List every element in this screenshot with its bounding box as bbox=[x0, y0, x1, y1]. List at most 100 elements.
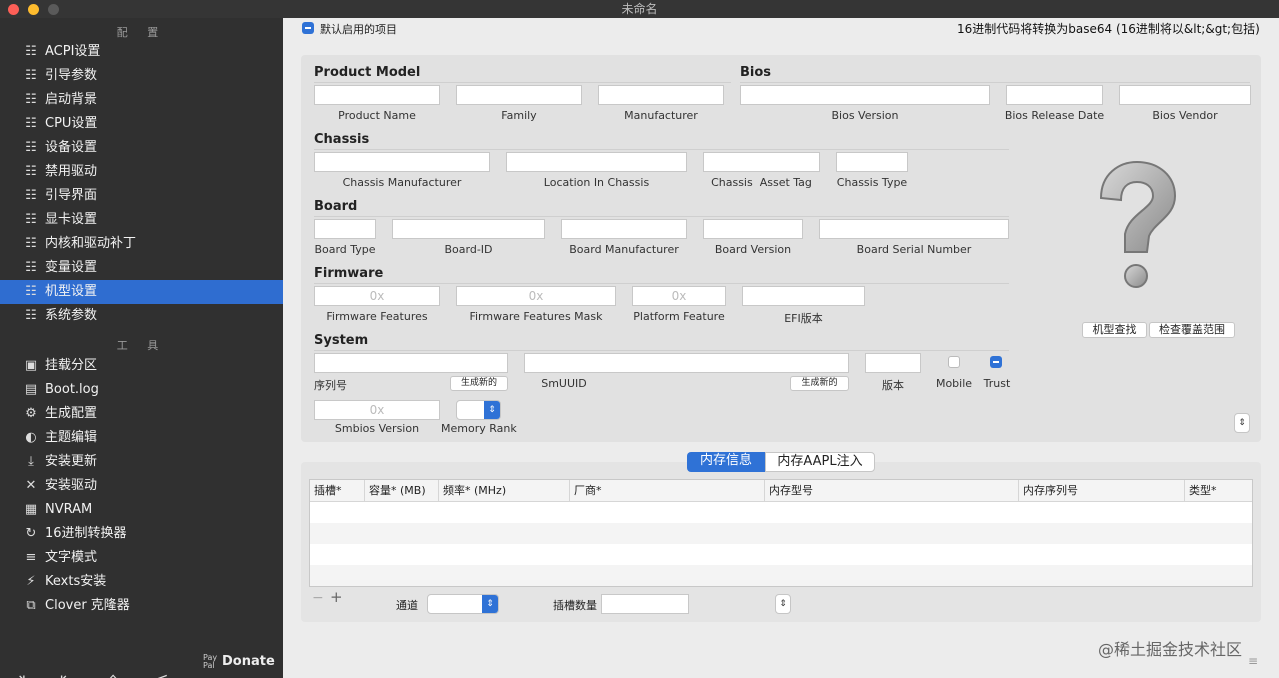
memory-table[interactable]: 插槽* 容量* (MB) 频率* (MHz) 厂商* 内存型号 内存序列号 类型* bbox=[309, 479, 1253, 587]
default-enabled-label: 默认启用的项目 bbox=[320, 23, 397, 36]
sidebar-item-label: 引导参数 bbox=[45, 68, 98, 83]
sidebar-item-config-10[interactable]: ☷ 机型设置 bbox=[0, 280, 283, 304]
model-lookup-button[interactable]: 机型查找 bbox=[1082, 322, 1147, 338]
column-header[interactable]: 频率* (MHz) bbox=[439, 480, 570, 502]
sidebar-item-tool-0[interactable]: ▣ 挂载分区 bbox=[0, 354, 283, 378]
version-field[interactable] bbox=[865, 353, 921, 373]
sidebar-item-tool-4[interactable]: ⤓ 安装更新 bbox=[0, 450, 283, 474]
memory-rank-popup[interactable]: ⇕ bbox=[456, 400, 501, 420]
zoom-window-button[interactable] bbox=[48, 4, 59, 15]
board-serial-number-field[interactable] bbox=[819, 219, 1009, 239]
sidebar-item-config-11[interactable]: ☷ 系统参数 bbox=[0, 304, 283, 328]
firmware-features-field[interactable]: 0x bbox=[314, 286, 440, 306]
sidebar-item-config-8[interactable]: ☷ 内核和驱动补丁 bbox=[0, 232, 283, 256]
version-label: 版本 bbox=[882, 379, 904, 392]
column-header[interactable]: 容量* (MB) bbox=[365, 480, 439, 502]
chassis-manufacturer-field[interactable] bbox=[314, 152, 490, 172]
resize-grip-icon[interactable]: ≡ bbox=[1248, 654, 1258, 668]
location-in-chassis-label: Location In Chassis bbox=[543, 176, 650, 189]
efi-version-label: EFI版本 bbox=[784, 312, 823, 325]
sidebar-item-label: 主题编辑 bbox=[45, 430, 98, 445]
default-enabled-checkbox[interactable] bbox=[302, 22, 314, 34]
sidebar-item-config-6[interactable]: ☷ 引导界面 bbox=[0, 184, 283, 208]
remove-row-button[interactable]: − bbox=[312, 590, 324, 606]
sidebar-item-config-4[interactable]: ☷ 设备设置 bbox=[0, 136, 283, 160]
share-icon[interactable]: ⋖ bbox=[155, 668, 168, 678]
serial-number-field[interactable] bbox=[314, 353, 508, 373]
column-header[interactable]: 内存序列号 bbox=[1019, 480, 1185, 502]
smuuid-field[interactable] bbox=[524, 353, 849, 373]
sidebar-item-tool-6[interactable]: ▦ NVRAM bbox=[0, 498, 283, 522]
channel-popup[interactable]: ⇕ bbox=[427, 594, 499, 614]
sidebar-item-config-5[interactable]: ☷ 禁用驱动 bbox=[0, 160, 283, 184]
hex-conversion-note: 16进制代码将转换为base64 (16进制将以&lt;&gt;包括) bbox=[957, 22, 1260, 36]
bios-release-date-field[interactable] bbox=[1006, 85, 1103, 105]
table-row[interactable] bbox=[310, 502, 1252, 523]
board-type-field[interactable] bbox=[314, 219, 376, 239]
sidebar-item-config-0[interactable]: ☷ ACPI设置 bbox=[0, 40, 283, 64]
sidebar-item-config-2[interactable]: ☷ 启动背景 bbox=[0, 88, 283, 112]
efi-version-field[interactable] bbox=[742, 286, 865, 306]
check-coverage-button[interactable]: 检查覆盖范围 bbox=[1149, 322, 1235, 338]
platform-feature-field[interactable]: 0x bbox=[632, 286, 726, 306]
table-row[interactable] bbox=[310, 523, 1252, 544]
list-icon: ☷ bbox=[25, 212, 37, 227]
sidebar-item-tool-3[interactable]: ◐ 主题编辑 bbox=[0, 426, 283, 450]
smbios-version-field[interactable]: 0x bbox=[314, 400, 440, 420]
palette-icon: ◐ bbox=[25, 430, 37, 445]
import-icon[interactable]: ⇥ bbox=[12, 668, 25, 678]
slot-count-field[interactable] bbox=[601, 594, 689, 614]
column-header[interactable]: 厂商* bbox=[570, 480, 765, 502]
sidebar-item-tool-7[interactable]: ↻ 16进制转换器 bbox=[0, 522, 283, 546]
board-id-field[interactable] bbox=[392, 219, 545, 239]
table-row[interactable] bbox=[310, 565, 1252, 586]
family-field[interactable] bbox=[456, 85, 582, 105]
column-header[interactable]: 类型* bbox=[1185, 480, 1252, 502]
panel-stepper[interactable]: ⇕ bbox=[1234, 413, 1250, 433]
board-version-field[interactable] bbox=[703, 219, 803, 239]
board-manufacturer-field[interactable] bbox=[561, 219, 687, 239]
firmware-features-mask-field[interactable]: 0x bbox=[456, 286, 616, 306]
sidebar-item-config-3[interactable]: ☷ CPU设置 bbox=[0, 112, 283, 136]
column-header[interactable]: 插槽* bbox=[310, 480, 365, 502]
tab-memory-0[interactable]: 内存信息 bbox=[687, 452, 765, 472]
manufacturer-field[interactable] bbox=[598, 85, 724, 105]
slot-count-stepper[interactable]: ⇕ bbox=[775, 594, 791, 614]
location-in-chassis-field[interactable] bbox=[506, 152, 687, 172]
add-row-button[interactable]: + bbox=[330, 588, 343, 606]
close-window-button[interactable] bbox=[8, 4, 19, 15]
generate-smuuid-button[interactable]: 生成新的 bbox=[790, 376, 849, 391]
sidebar-item-label: 引导界面 bbox=[45, 188, 98, 203]
config-section-header: 配 置 bbox=[116, 26, 167, 39]
column-header[interactable]: 内存型号 bbox=[765, 480, 1019, 502]
chassis-type-field[interactable] bbox=[836, 152, 908, 172]
export-icon[interactable]: ⇤ bbox=[60, 668, 73, 678]
sidebar-item-label: 变量设置 bbox=[45, 260, 98, 275]
bios-vendor-label: Bios Vendor bbox=[1152, 109, 1218, 122]
sidebar-item-config-1[interactable]: ☷ 引导参数 bbox=[0, 64, 283, 88]
minimize-window-button[interactable] bbox=[28, 4, 39, 15]
chassis-asset-tag-field[interactable] bbox=[703, 152, 820, 172]
download-icon: ⤓ bbox=[28, 454, 34, 469]
sidebar-item-label: NVRAM bbox=[45, 502, 93, 517]
sidebar-item-tool-1[interactable]: ▤ Boot.log bbox=[0, 378, 283, 402]
mobile-checkbox[interactable] bbox=[948, 356, 960, 368]
table-row[interactable] bbox=[310, 544, 1252, 565]
bios-version-field[interactable] bbox=[740, 85, 990, 105]
tools-section-header: 工 具 bbox=[116, 339, 167, 352]
sidebar-item-tool-9[interactable]: ⚡ Kexts安装 bbox=[0, 570, 283, 594]
home-icon[interactable]: ⌂ bbox=[108, 668, 118, 678]
sidebar-item-config-9[interactable]: ☷ 变量设置 bbox=[0, 256, 283, 280]
sidebar-item-tool-8[interactable]: ≡ 文字模式 bbox=[0, 546, 283, 570]
sidebar-item-tool-10[interactable]: ⧉ Clover 克隆器 bbox=[0, 594, 283, 618]
sidebar-item-tool-5[interactable]: ✕ 安装驱动 bbox=[0, 474, 283, 498]
sidebar-item-config-7[interactable]: ☷ 显卡设置 bbox=[0, 208, 283, 232]
product-name-field[interactable] bbox=[314, 85, 440, 105]
donate-button[interactable]: Donate bbox=[222, 654, 275, 669]
tab-memory-1[interactable]: 内存AAPL注入 bbox=[765, 452, 875, 472]
bios-vendor-field[interactable] bbox=[1119, 85, 1251, 105]
list-icon: ☷ bbox=[25, 140, 37, 155]
generate-serial-button[interactable]: 生成新的 bbox=[450, 376, 508, 391]
sidebar-item-tool-2[interactable]: ⚙ 生成配置 bbox=[0, 402, 283, 426]
trust-checkbox[interactable] bbox=[990, 356, 1002, 368]
